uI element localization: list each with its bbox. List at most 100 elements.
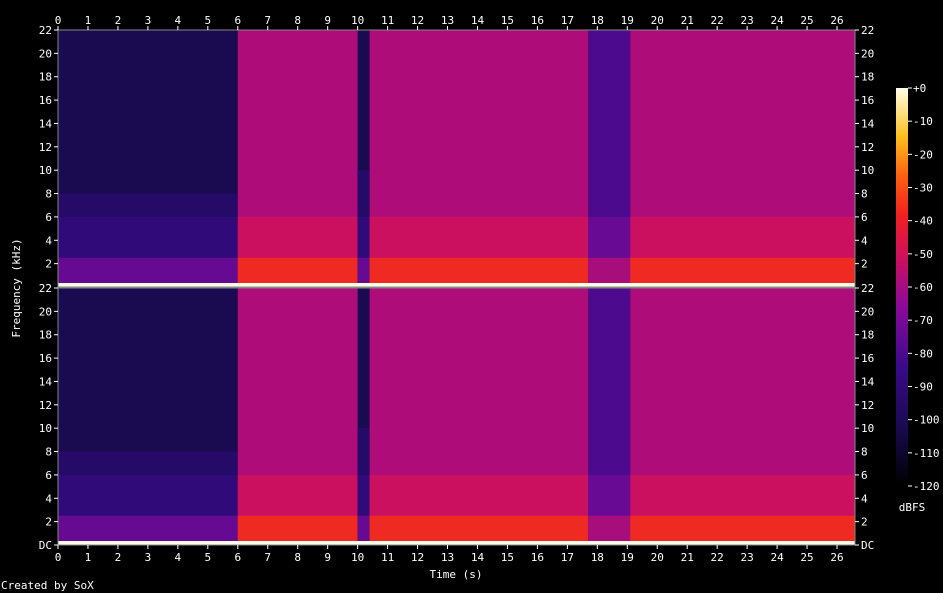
x-tick-label: 3 (145, 14, 152, 27)
colorbar-tick-label: -70 (913, 314, 933, 327)
y-tick-label: 12 (861, 399, 874, 412)
x-tick-label: 20 (651, 551, 664, 564)
y-tick-label: 20 (39, 47, 52, 60)
segment-bass-band (630, 515, 855, 545)
segment-bass-band (357, 515, 370, 545)
y-tick-label: 2 (861, 516, 868, 529)
x-axis-label: Time (s) (430, 568, 483, 581)
x-tick-label: 17 (561, 14, 574, 27)
y-tick-label: 22 (861, 24, 874, 37)
colorbar-tick-label: -30 (913, 182, 933, 195)
x-tick-label: 6 (234, 14, 241, 27)
segment-bass-band (588, 515, 631, 545)
y-axis-label: Frequency (kHz) (10, 238, 23, 337)
colorbar-tick-label: -80 (913, 347, 933, 360)
x-tick-label: 7 (264, 14, 271, 27)
x-tick-label: 22 (711, 551, 724, 564)
y-tick-label: 4 (861, 234, 868, 247)
x-tick-label: 19 (621, 551, 634, 564)
segment-bass-band (588, 257, 631, 287)
x-tick-label: 5 (204, 551, 211, 564)
y-tick-label: 12 (861, 141, 874, 154)
x-tick-label: 25 (800, 551, 813, 564)
x-tick-label: 6 (234, 551, 241, 564)
x-tick-label: 22 (711, 14, 724, 27)
y-tick-label: 10 (861, 164, 874, 177)
y-tick-label: 14 (39, 117, 53, 130)
x-tick-label: 24 (770, 551, 784, 564)
y-tick-label: 16 (861, 94, 874, 107)
x-tick-label: 21 (681, 551, 694, 564)
colorbar-tick-label: +0 (913, 82, 926, 95)
x-tick-label: 21 (681, 14, 694, 27)
x-tick-label: 13 (441, 14, 454, 27)
colorbar-tick-label: -20 (913, 148, 933, 161)
colorbar-tick-label: -40 (913, 215, 933, 228)
x-tick-label: 9 (324, 551, 331, 564)
x-tick-label: 8 (294, 14, 301, 27)
y-tick-label: 2 (861, 258, 868, 271)
y-tick-label: 2 (45, 516, 52, 529)
y-tick-label: 18 (39, 329, 52, 342)
x-tick-label: 3 (145, 551, 152, 564)
y-tick-label: 20 (861, 305, 874, 318)
x-tick-label: 18 (591, 551, 604, 564)
x-tick-label: 10 (351, 551, 364, 564)
x-tick-label: 2 (115, 551, 122, 564)
colorbar-tick-label: -120 (913, 480, 940, 493)
x-tick-label: 11 (381, 551, 394, 564)
colorbar (896, 88, 908, 486)
x-tick-label: 13 (441, 551, 454, 564)
segment-bass-band (630, 257, 855, 287)
y-tick-label: 20 (39, 305, 52, 318)
colorbar-tick-label: -110 (913, 447, 940, 460)
x-tick-label: 16 (531, 14, 544, 27)
y-tick-label: 10 (861, 422, 874, 435)
y-tick-label: 16 (861, 352, 874, 365)
x-tick-label: 4 (175, 551, 182, 564)
x-tick-label: 1 (85, 14, 92, 27)
y-tick-label: DC (39, 539, 52, 552)
x-tick-label: 5 (204, 14, 211, 27)
x-tick-label: 26 (830, 14, 843, 27)
segment-bass-band (369, 257, 589, 287)
x-tick-label: 18 (591, 14, 604, 27)
colorbar-label: dBFS (899, 501, 926, 514)
y-tick-label: 14 (861, 375, 875, 388)
y-tick-label: 2 (45, 258, 52, 271)
segment-bass-band (357, 257, 370, 287)
x-tick-label: 4 (175, 14, 182, 27)
x-tick-label: 16 (531, 551, 544, 564)
y-tick-label: 22 (39, 24, 52, 37)
segment-bass-band (369, 515, 589, 545)
y-tick-label: 6 (861, 211, 868, 224)
colorbar-tick-label: -90 (913, 381, 933, 394)
x-tick-label: 24 (770, 14, 784, 27)
y-tick-label: 16 (39, 94, 52, 107)
y-tick-label: 6 (861, 469, 868, 482)
y-tick-label: 4 (861, 492, 868, 505)
dc-line (58, 283, 855, 287)
colorbar-tick-label: -10 (913, 115, 933, 128)
x-tick-label: 10 (351, 14, 364, 27)
y-tick-label: 6 (45, 469, 52, 482)
segment-bass-band (237, 515, 358, 545)
colorbar-tick-label: -60 (913, 281, 933, 294)
y-tick-label: 18 (861, 329, 874, 342)
segment-bass-band (237, 257, 358, 287)
y-tick-label: 16 (39, 352, 52, 365)
segment-bass-band (58, 515, 238, 545)
colorbar-tick-label: -100 (913, 414, 940, 427)
x-tick-label: 12 (411, 551, 424, 564)
y-tick-label: 12 (39, 399, 52, 412)
spectrogram-chart: 2 24 46 68 810 1012 1214 1416 1618 1820 2022 22DC DC… (1, 14, 940, 592)
y-tick-label: 10 (39, 164, 52, 177)
x-tick-label: 25 (800, 14, 813, 27)
segment-bass-band (58, 257, 238, 287)
x-tick-label: 19 (621, 14, 634, 27)
x-tick-label: 12 (411, 14, 424, 27)
y-tick-label: 20 (861, 47, 874, 60)
x-tick-label: 20 (651, 14, 664, 27)
x-tick-label: 17 (561, 551, 574, 564)
y-tick-label: DC (861, 539, 874, 552)
